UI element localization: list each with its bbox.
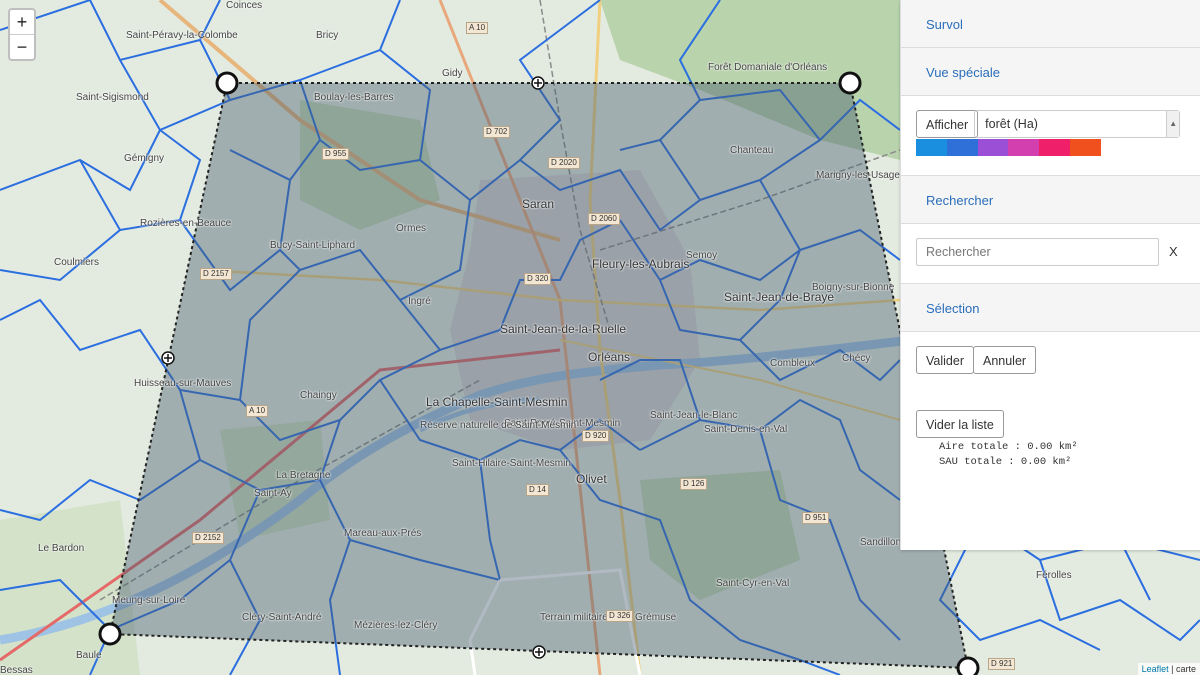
clear-list-button[interactable]: Vider la liste (916, 410, 1004, 438)
section-survol-header[interactable]: Survol (901, 0, 1200, 48)
place-label: Marigny-les-Usages (816, 170, 905, 181)
place-label: Mézières-lez-Cléry (354, 620, 438, 631)
clear-search-button[interactable]: X (1169, 238, 1178, 266)
color-legend (916, 139, 1101, 156)
cancel-button[interactable]: Annuler (972, 346, 1037, 374)
section-title: Sélection (926, 301, 980, 316)
place-label: Saint-Péravy-la-Colombe (126, 30, 238, 41)
section-rechercher-body: Rechercher X (901, 224, 1200, 284)
show-layer-button[interactable]: Afficher (916, 110, 979, 138)
color-swatch (946, 139, 978, 156)
attribution-layer: carte (1175, 664, 1196, 674)
road-label: D 126 (680, 478, 708, 490)
road-label: A 10 (246, 405, 269, 417)
chevron-down-icon: ▲ (1166, 111, 1180, 137)
section-selection-header[interactable]: Sélection (901, 284, 1200, 332)
color-swatch (916, 139, 947, 156)
place-label: Meung-sur-Loire (112, 595, 186, 606)
place-label: Cléry-Saint-André (242, 612, 322, 623)
color-swatch (977, 139, 1009, 156)
place-label: Bessas (0, 665, 33, 675)
place-label: Combleux (770, 358, 816, 369)
place-label: Bucy-Saint-Liphard (270, 240, 356, 251)
place-label: Coinces (226, 0, 263, 11)
place-label: Saint-Jean-le-Blanc (650, 410, 738, 421)
section-vue-speciale-header[interactable]: Vue spéciale (901, 48, 1200, 96)
place-label: La Bretagne (276, 470, 331, 481)
place-label: Fleury-les-Aubrais (592, 257, 690, 271)
section-title: Rechercher (926, 193, 994, 208)
place-label: Mareau-aux-Prés (344, 528, 422, 539)
place-label: Boigny-sur-Bionne (812, 282, 895, 293)
road-label: D 14 (526, 484, 549, 496)
section-title: Survol (926, 17, 963, 32)
place-label: Coulmiers (54, 257, 100, 268)
place-label: Forêt Domaniale d'Orléans (708, 62, 828, 73)
place-label: Férolles (1036, 570, 1072, 581)
place-label: Saint-Cyr-en-Val (716, 578, 790, 589)
road-label: A 10 (466, 22, 489, 34)
place-label: Orléans (588, 350, 631, 364)
road-label: D 951 (802, 512, 830, 524)
section-vue-speciale-body: Afficher forêt (Ha) ▲ (901, 96, 1200, 176)
place-label: Chécy (842, 353, 871, 364)
color-swatch (1039, 139, 1071, 156)
place-label: Ormes (396, 223, 426, 234)
road-label: D 955 (322, 148, 350, 160)
place-label: Baule (76, 650, 102, 661)
layer-select[interactable]: forêt (Ha) ▲ (974, 110, 1181, 138)
place-label: Saint-Sigismond (76, 92, 149, 103)
road-label: D 320 (524, 273, 552, 285)
place-label: Huisseau-sur-Mauves (134, 378, 232, 389)
zoom-in-button[interactable]: + (10, 10, 34, 35)
place-label: Saint-Denis-en-Val (704, 424, 788, 435)
place-label: Saran (522, 197, 555, 211)
place-label: Sandillon (860, 537, 902, 548)
side-panel: Survol Vue spéciale Afficher forêt (Ha) ▲ … (900, 0, 1200, 550)
place-label: La Chapelle-Saint-Mesmin (426, 395, 568, 409)
zoom-control: + − (8, 8, 36, 61)
attribution-separator: | (1168, 664, 1176, 674)
attribution: Leaflet | carte (1137, 663, 1200, 675)
road-label: D 702 (483, 126, 511, 138)
place-label: Semoy (686, 250, 718, 261)
section-title: Vue spéciale (926, 65, 1000, 80)
road-label: D 2157 (200, 268, 232, 280)
place-label: Gémigny (124, 153, 165, 164)
road-label: D 921 (988, 658, 1016, 670)
place-label: Réserve naturelle de Saint-Mesmin (420, 420, 577, 431)
place-label: Boulay-les-Barres (314, 92, 394, 103)
place-label: Olivet (576, 472, 607, 486)
place-label: Le Bardon (38, 543, 85, 554)
section-selection-body: Valider Annuler Vider la liste Aire total… (901, 332, 1200, 484)
road-label: D 920 (582, 430, 610, 442)
color-swatch (1070, 139, 1101, 156)
total-sau: SAU totale : 0.00 km² (939, 456, 1072, 468)
place-label: Saint-Ay (254, 488, 292, 499)
search-input[interactable]: Rechercher (916, 238, 1159, 266)
road-label: D 2020 (548, 157, 580, 169)
road-label: D 2152 (192, 532, 224, 544)
place-label: Gidy (442, 68, 463, 79)
place-label: Chaingy (300, 390, 337, 401)
leaflet-link[interactable]: Leaflet (1142, 664, 1169, 674)
road-label: D 2060 (588, 213, 620, 225)
validate-button[interactable]: Valider (916, 346, 974, 374)
place-label: Chanteau (730, 145, 774, 156)
place-label: Ingré (408, 296, 431, 307)
color-swatch (1008, 139, 1040, 156)
place-label: Bricy (316, 30, 339, 41)
layer-select-value: forêt (Ha) (985, 117, 1038, 131)
section-rechercher-header[interactable]: Rechercher (901, 176, 1200, 224)
zoom-out-button[interactable]: − (10, 35, 34, 59)
total-area: Aire totale : 0.00 km² (939, 441, 1078, 453)
place-label: Saint-Jean-de-la-Ruelle (500, 322, 627, 336)
road-label: D 326 (606, 610, 634, 622)
place-label: Rozières-en-Beauce (140, 218, 232, 229)
place-label: Saint-Hilaire-Saint-Mesmin (452, 458, 571, 469)
